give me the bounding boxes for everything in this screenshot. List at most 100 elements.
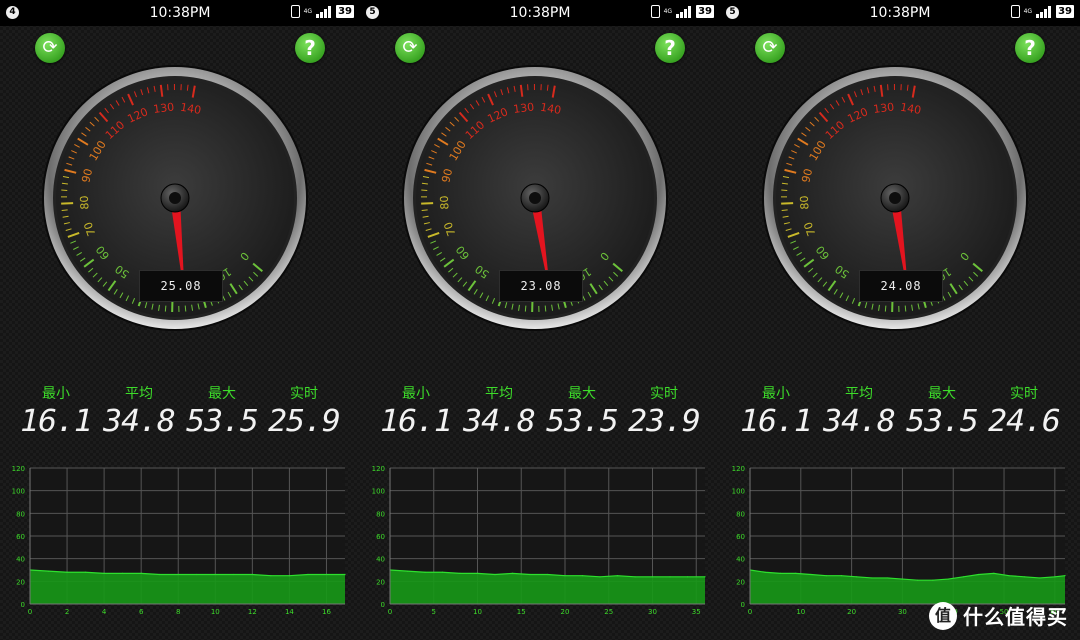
gauge-minor-tick (164, 305, 167, 312)
chart-y-tick-label: 40 (736, 556, 745, 564)
stat-live-label: 实时 (1010, 386, 1038, 402)
chart-y-tick-label: 120 (372, 465, 385, 473)
watermark-text: 什么值得买 (963, 605, 1068, 629)
chart-point (962, 576, 964, 578)
help-icon: ? (304, 36, 316, 60)
chart-x-tick-label: 10 (796, 608, 805, 616)
chart-point (288, 575, 291, 577)
status-bar: 5 10:38PM 4G 39 (720, 0, 1080, 26)
refresh-icon: ⟳ (762, 37, 778, 58)
stat-avg-label: 平均 (125, 386, 153, 402)
stat-avg-value: 34.8 (103, 404, 176, 439)
chart-point (84, 571, 87, 573)
gauge-major-tick (61, 202, 74, 205)
chart-x-tick-label: 10 (473, 608, 482, 616)
chart-point (978, 573, 980, 576)
chart-point (764, 571, 766, 573)
stats-row: 最小 16.1 平均 34.8 最大 53.5 实时 24.6 (720, 384, 1080, 444)
stat-min: 最小 16.1 (734, 384, 818, 440)
chart-point (233, 573, 235, 576)
gauge-tick-label: 80 (798, 195, 812, 210)
stat-avg: 平均 34.8 (97, 384, 181, 440)
stat-min-label: 最小 (42, 386, 70, 402)
chart-x-tick-label: 2 (65, 608, 69, 616)
signal-icon (316, 5, 332, 18)
chart-point (634, 576, 636, 578)
chart-point (511, 572, 514, 574)
stat-avg-label: 平均 (845, 386, 873, 402)
gauge-minor-tick (884, 305, 887, 312)
stat-max-value: 53.5 (906, 404, 979, 439)
refresh-button[interactable]: ⟳ (395, 33, 425, 63)
help-button[interactable]: ? (655, 33, 685, 63)
chart-point (344, 573, 346, 576)
chart-y-tick-label: 120 (732, 465, 745, 473)
stat-min-value: 16.1 (380, 404, 453, 439)
gauge-hub-center (889, 192, 901, 204)
status-icons: 4G 39 (290, 5, 354, 18)
chart-point (270, 575, 272, 577)
gauge-hub-center (169, 192, 181, 204)
chart-y-tick-label: 80 (376, 510, 385, 518)
gauge-tick-label: 80 (78, 195, 92, 210)
status-bar: 4 10:38PM 4G 39 (0, 0, 360, 26)
help-button[interactable]: ? (295, 33, 325, 63)
stat-max-label: 最大 (928, 386, 956, 402)
chart-point (917, 579, 919, 581)
speed-panel-2: 5 10:38PM 4G 39 ⟳ ? 01020304050607080901… (360, 0, 720, 640)
chart-x-tick-label: 0 (388, 608, 392, 616)
stat-min-label: 最小 (402, 386, 430, 402)
stats-row: 最小 16.1 平均 34.8 最大 53.5 实时 23.9 (360, 384, 720, 444)
stat-max-value: 53.5 (186, 404, 259, 439)
stat-min: 最小 16.1 (374, 384, 458, 440)
chart-x-tick-label: 16 (322, 608, 331, 616)
chart-x-tick-label: 15 (517, 608, 526, 616)
speed-history-chart: 0204060801001200102030405060 (720, 458, 1080, 618)
chart-point (651, 576, 654, 578)
chart-point (459, 572, 461, 574)
chart-point (103, 572, 105, 574)
chart-y-tick-label: 60 (16, 533, 25, 541)
stat-min: 最小 16.1 (14, 384, 98, 440)
signal-icon (1036, 5, 1052, 18)
chart-x-tick-label: 30 (648, 608, 657, 616)
chart-y-tick-label: 120 (12, 465, 25, 473)
chart-point (1008, 575, 1010, 577)
gauge-minor-tick (186, 84, 189, 91)
network-type: 4G (663, 7, 673, 15)
stat-avg-value: 34.8 (823, 404, 896, 439)
chart-point (779, 572, 782, 574)
watermark-icon: 值 (929, 601, 957, 630)
chart-y-tick-label: 40 (376, 556, 385, 564)
chart-svg: 0 20 40 60 80 100 120 0 2 4 6 8 10 12 14 16 (12, 465, 346, 616)
help-icon: ? (1024, 36, 1036, 60)
stat-avg: 平均 34.8 (817, 384, 901, 440)
chart-x-tick-label: 14 (285, 608, 294, 616)
stat-min-label: 最小 (762, 386, 790, 402)
chart-point (810, 573, 812, 576)
battery-level: 39 (696, 5, 714, 18)
chart-point (825, 575, 827, 577)
refresh-button[interactable]: ⟳ (35, 33, 65, 63)
chart-point (476, 572, 479, 574)
refresh-button[interactable]: ⟳ (755, 33, 785, 63)
gauge-tick-label: 80 (438, 195, 452, 210)
chart-point (1064, 575, 1066, 577)
chart-y-tick-label: 20 (16, 578, 25, 586)
chart-x-tick-label: 25 (604, 608, 613, 616)
chart-y-tick-label: 60 (736, 533, 745, 541)
stat-avg-value: 34.8 (463, 404, 536, 439)
chart-point (901, 578, 904, 580)
stat-max-label: 最大 (568, 386, 596, 402)
chart-point (424, 571, 426, 573)
help-button[interactable]: ? (1015, 33, 1045, 63)
chart-y-tick-label: 60 (376, 533, 385, 541)
chart-point (932, 579, 934, 581)
stats-row: 最小 16.1 平均 34.8 最大 53.5 实时 25.9 (0, 384, 360, 444)
status-icons: 4G 39 (650, 5, 714, 18)
chart-point (529, 573, 531, 576)
gauge-minor-tick (61, 209, 68, 211)
stat-max-label: 最大 (208, 386, 236, 402)
stat-max: 最大 53.5 (900, 384, 984, 440)
chart-y-tick-label: 20 (376, 578, 385, 586)
